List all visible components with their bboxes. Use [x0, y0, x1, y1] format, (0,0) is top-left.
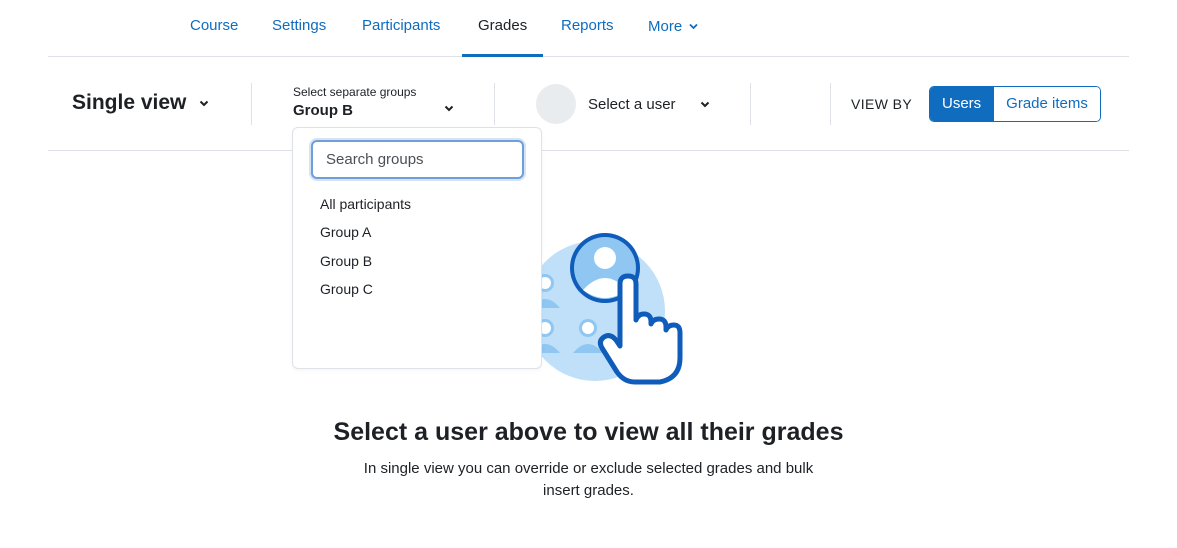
- group-option-group-b[interactable]: Group B: [293, 247, 541, 275]
- tab-more[interactable]: More: [632, 0, 714, 57]
- tab-reports[interactable]: Reports: [545, 0, 630, 57]
- group-option-all-participants[interactable]: All participants: [293, 190, 541, 218]
- divider: [251, 83, 252, 125]
- tab-participants[interactable]: Participants: [346, 0, 456, 57]
- divider: [830, 83, 831, 125]
- group-option-group-a[interactable]: Group A: [293, 218, 541, 246]
- view-selector[interactable]: Single view: [72, 89, 209, 115]
- chevron-down-icon: [199, 89, 209, 113]
- group-options-list: All participants Group A Group B Group C: [293, 190, 541, 303]
- chevron-down-icon: [444, 99, 454, 117]
- chevron-down-icon: [689, 0, 698, 52]
- empty-state-description: In single view you can override or exclu…: [363, 460, 814, 499]
- user-selector[interactable]: Select a user: [588, 95, 710, 113]
- select-user-illustration: [520, 228, 700, 388]
- group-dropdown-menu: All participants Group A Group B Group C: [292, 127, 542, 369]
- secondary-navigation: Course Settings Participants Grades Repo…: [48, 0, 1129, 57]
- view-selector-label: Single view: [72, 91, 187, 114]
- empty-state-title: Select a user above to view all their gr…: [333, 418, 844, 446]
- tab-course[interactable]: Course: [174, 0, 254, 57]
- divider: [750, 83, 751, 125]
- group-selector[interactable]: Select separate groups Group B: [293, 85, 458, 125]
- group-option-group-c[interactable]: Group C: [293, 275, 541, 303]
- tab-more-label: More: [648, 18, 683, 35]
- avatar: [536, 84, 576, 124]
- view-by-toggle: Users Grade items: [929, 86, 1101, 122]
- tertiary-navigation: Single view Select separate groups Group…: [48, 57, 1129, 151]
- search-groups-input[interactable]: [311, 140, 524, 179]
- tab-settings[interactable]: Settings: [256, 0, 342, 57]
- view-by-grade-items-button[interactable]: Grade items: [993, 87, 1100, 121]
- view-by-label: VIEW BY: [851, 96, 913, 112]
- group-selector-label: Select separate groups: [293, 85, 417, 99]
- tab-grades[interactable]: Grades: [462, 0, 544, 57]
- view-by-users-button[interactable]: Users: [930, 87, 994, 121]
- group-selector-value: Group B: [293, 102, 353, 119]
- user-selector-label: Select a user: [588, 96, 676, 113]
- chevron-down-icon: [700, 95, 710, 112]
- divider: [494, 83, 495, 125]
